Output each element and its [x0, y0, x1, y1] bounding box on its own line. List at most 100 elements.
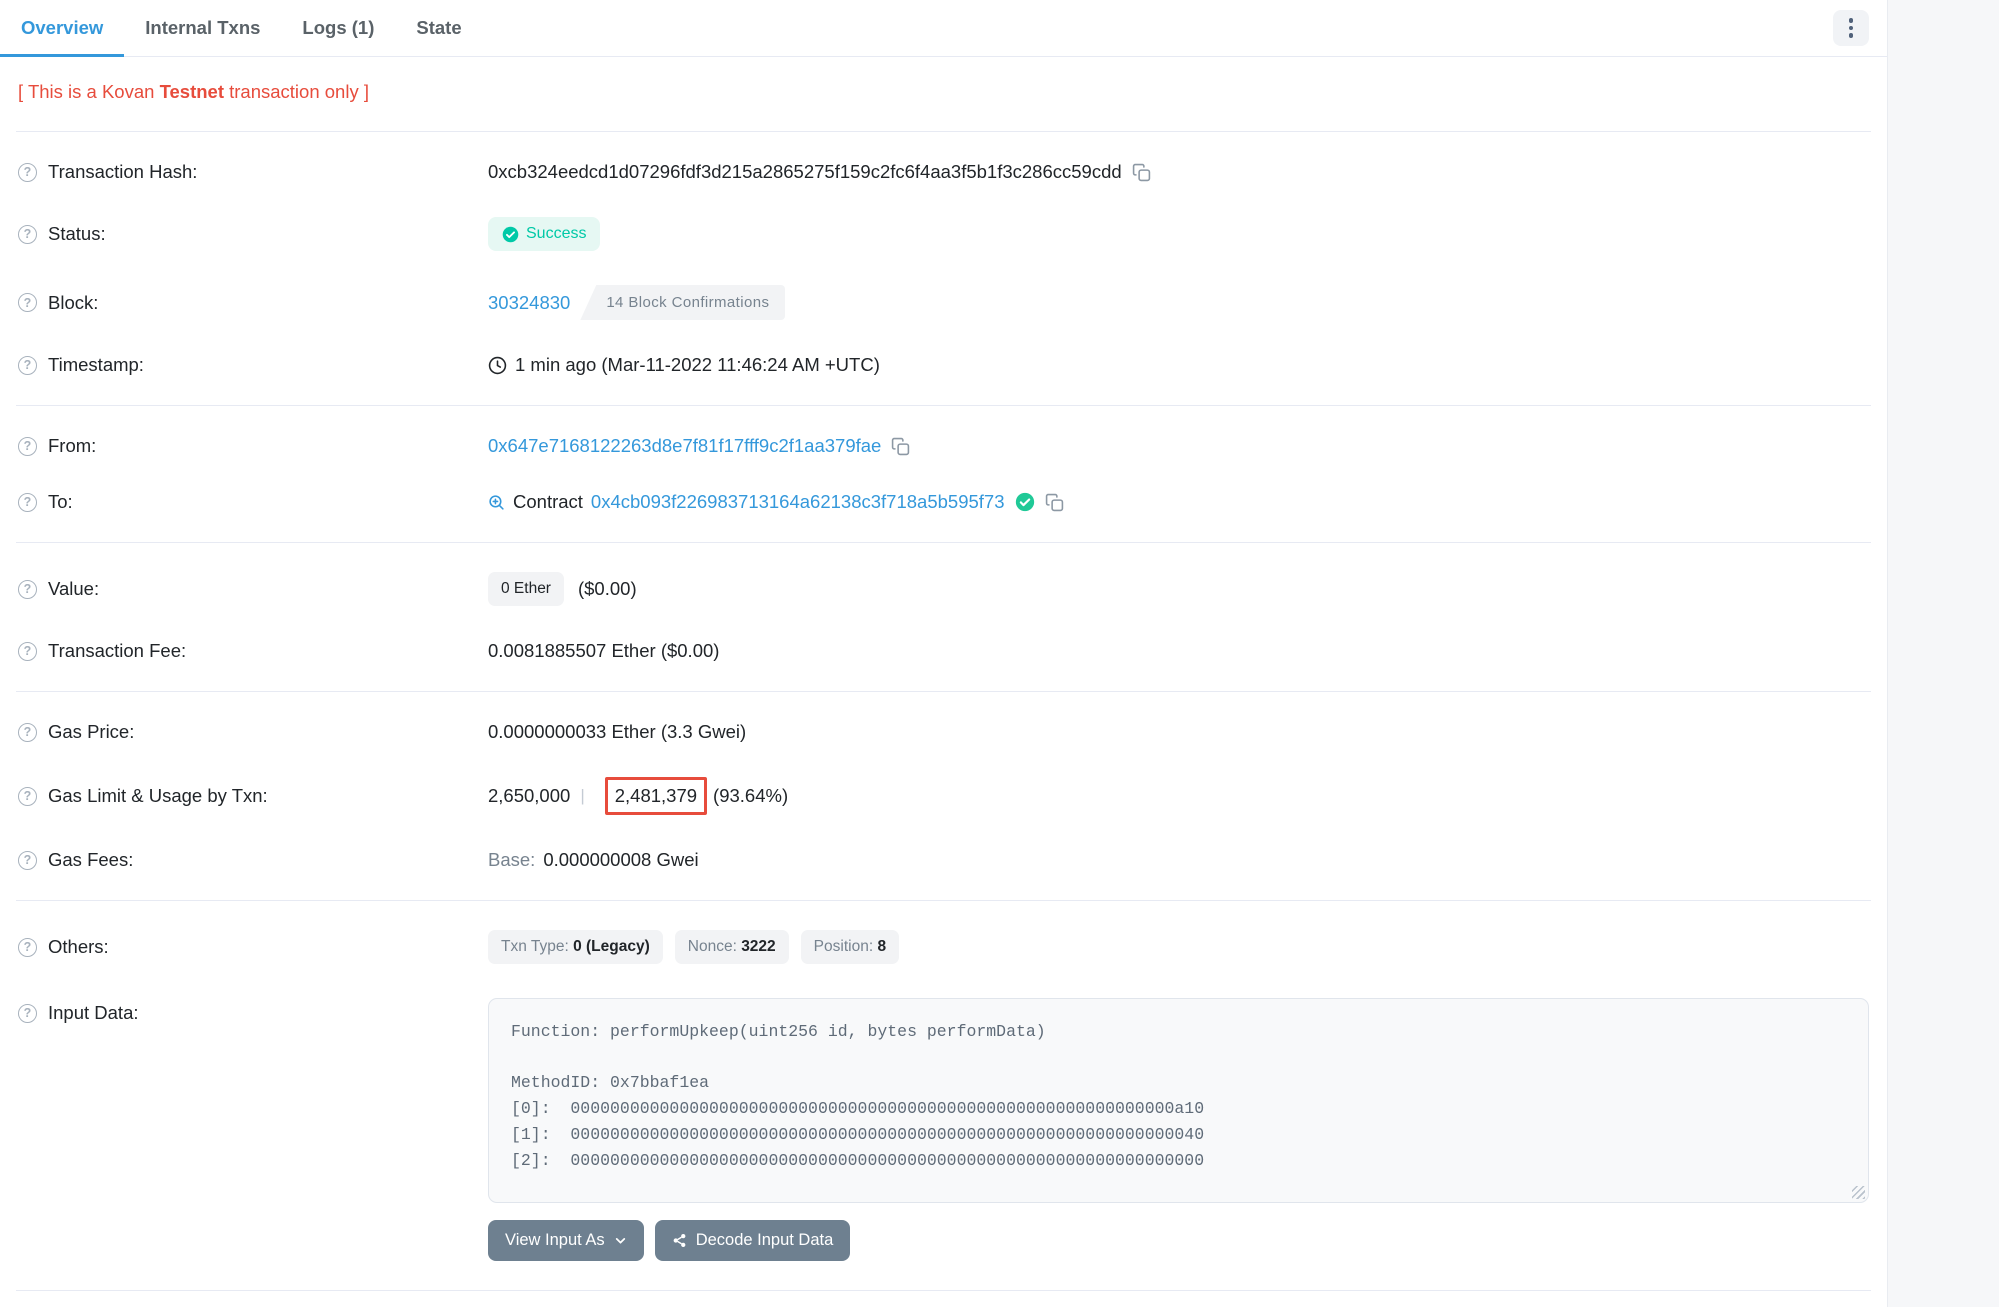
tab-overview[interactable]: Overview [0, 0, 124, 57]
txn-type-key: Txn Type: [501, 938, 573, 955]
block-confirmations-badge: 14 Block Confirmations [580, 285, 785, 320]
input-methodid-line: MethodID: 0x7bbaf1ea [511, 1070, 1846, 1096]
value-label: ? Value: [18, 578, 488, 600]
clock-icon [488, 356, 507, 375]
help-icon[interactable]: ? [18, 851, 37, 870]
from-address-link[interactable]: 0x647e7168122263d8e7f81f17fff9c2f1aa379f… [488, 435, 881, 457]
label-text: From: [48, 435, 96, 457]
transaction-fee-value: 0.0081885507 Ether ($0.00) [488, 640, 719, 662]
help-icon[interactable]: ? [18, 642, 37, 661]
status-badge: Success [488, 217, 600, 251]
gas-used-highlight-box: 2,481,379 [605, 777, 707, 815]
position-value: 8 [877, 938, 886, 955]
row-gas-fees: ? Gas Fees: Base: 0.000000008 Gwei [0, 832, 1887, 888]
label-text: Gas Fees: [48, 849, 133, 871]
row-status: ? Status: Success [0, 200, 1887, 268]
tab-state[interactable]: State [395, 0, 482, 57]
nonce-value: 3222 [741, 938, 775, 955]
row-value: ? Value: 0 Ether ($0.00) [0, 555, 1887, 623]
row-gas-limit-usage: ? Gas Limit & Usage by Txn: 2,650,000 | … [0, 760, 1887, 832]
status-label: ? Status: [18, 223, 488, 245]
help-icon[interactable]: ? [18, 1004, 37, 1023]
position-badge: Position: 8 [801, 930, 899, 964]
label-text: To: [48, 491, 73, 513]
verified-check-icon [1015, 492, 1035, 512]
timestamp-label: ? Timestamp: [18, 354, 488, 376]
label-text: Value: [48, 578, 99, 600]
transaction-fee-label: ? Transaction Fee: [18, 640, 488, 662]
input-word-2: [2]: 00000000000000000000000000000000000… [511, 1148, 1846, 1174]
row-transaction-fee: ? Transaction Fee: 0.0081885507 Ether ($… [0, 623, 1887, 679]
view-input-as-label: View Input As [505, 1231, 605, 1250]
zoom-in-icon[interactable] [488, 494, 505, 511]
more-options-button[interactable] [1833, 10, 1869, 46]
section-summary: ? Transaction Hash: 0xcb324eedcd1d07296f… [0, 132, 1887, 405]
kebab-menu-icon [1849, 18, 1854, 38]
input-data-textarea[interactable]: Function: performUpkeep(uint256 id, byte… [488, 998, 1869, 1203]
help-icon[interactable]: ? [18, 723, 37, 742]
view-input-as-button[interactable]: View Input As [488, 1220, 644, 1261]
transaction-overview-card: Overview Internal Txns Logs (1) State [ … [0, 0, 1888, 1307]
copy-icon [891, 437, 910, 456]
copy-from-address-button[interactable] [891, 437, 910, 456]
label-text: Block: [48, 292, 98, 314]
label-text: Others: [48, 936, 109, 958]
help-icon[interactable]: ? [18, 356, 37, 375]
transaction-hash-label: ? Transaction Hash: [18, 161, 488, 183]
label-text: Status: [48, 223, 106, 245]
copy-to-address-button[interactable] [1045, 493, 1064, 512]
help-icon[interactable]: ? [18, 437, 37, 456]
copy-txhash-button[interactable] [1132, 163, 1151, 182]
txn-type-badge: Txn Type: 0 (Legacy) [488, 930, 663, 964]
label-text: Gas Limit & Usage by Txn: [48, 785, 268, 807]
row-block: ? Block: 30324830 14 Block Confirmations [0, 268, 1887, 337]
copy-icon [1045, 493, 1064, 512]
input-data-label: ? Input Data: [18, 998, 488, 1024]
section-gas: ? Gas Price: 0.0000000033 Ether (3.3 Gwe… [0, 692, 1887, 900]
nonce-badge: Nonce: 3222 [675, 930, 789, 964]
to-address-link[interactable]: 0x4cb093f226983713164a62138c3f718a5b595f… [591, 491, 1005, 513]
input-word-1: [1]: 00000000000000000000000000000000000… [511, 1122, 1846, 1148]
input-word-0: [0]: 00000000000000000000000000000000000… [511, 1096, 1846, 1122]
gas-used-percent: (93.64%) [713, 785, 788, 807]
help-icon[interactable]: ? [18, 293, 37, 312]
ether-value-badge: 0 Ether [488, 572, 564, 606]
gas-fees-label: ? Gas Fees: [18, 849, 488, 871]
tab-logs[interactable]: Logs (1) [281, 0, 395, 57]
help-icon[interactable]: ? [18, 163, 37, 182]
gas-price-value: 0.0000000033 Ether (3.3 Gwei) [488, 721, 746, 743]
from-label: ? From: [18, 435, 488, 457]
gas-used-value: 2,481,379 [615, 785, 697, 806]
label-text: Gas Price: [48, 721, 134, 743]
gas-limit-usage-label: ? Gas Limit & Usage by Txn: [18, 785, 488, 807]
row-timestamp: ? Timestamp: 1 min ago (Mar-11-2022 11:4… [0, 337, 1887, 393]
notice-text-bold: Testnet [160, 81, 224, 102]
row-transaction-hash: ? Transaction Hash: 0xcb324eedcd1d07296f… [0, 144, 1887, 200]
section-value: ? Value: 0 Ether ($0.00) ? Transaction F… [0, 543, 1887, 691]
block-label: ? Block: [18, 292, 488, 314]
base-fee-label: Base: [488, 849, 535, 871]
help-icon[interactable]: ? [18, 580, 37, 599]
gas-limit-value: 2,650,000 [488, 785, 570, 807]
timestamp-value: 1 min ago (Mar-11-2022 11:46:24 AM +UTC) [515, 354, 880, 376]
pipe-separator: | [580, 786, 584, 806]
block-number-link[interactable]: 30324830 [488, 292, 570, 314]
row-input-data: ? Input Data: Function: performUpkeep(ui… [0, 981, 1887, 1278]
others-label: ? Others: [18, 936, 488, 958]
decode-icon [672, 1233, 687, 1248]
chevron-down-icon [614, 1234, 627, 1247]
help-icon[interactable]: ? [18, 787, 37, 806]
tab-internal-txns[interactable]: Internal Txns [124, 0, 281, 57]
help-icon[interactable]: ? [18, 493, 37, 512]
decode-input-data-button[interactable]: Decode Input Data [655, 1220, 851, 1261]
resize-handle[interactable] [1852, 1186, 1865, 1199]
help-icon[interactable]: ? [18, 225, 37, 244]
row-others: ? Others: Txn Type: 0 (Legacy) Nonce: 32… [0, 913, 1887, 981]
base-fee-value: 0.000000008 Gwei [543, 849, 698, 871]
input-function-line: Function: performUpkeep(uint256 id, byte… [511, 1019, 1846, 1045]
notice-text-prefix: [ This is a Kovan [18, 81, 160, 102]
label-text: Timestamp: [48, 354, 144, 376]
help-icon[interactable]: ? [18, 938, 37, 957]
status-text: Success [526, 225, 586, 243]
row-to: ? To: Contract 0x4cb093f226983713164a621… [0, 474, 1887, 530]
